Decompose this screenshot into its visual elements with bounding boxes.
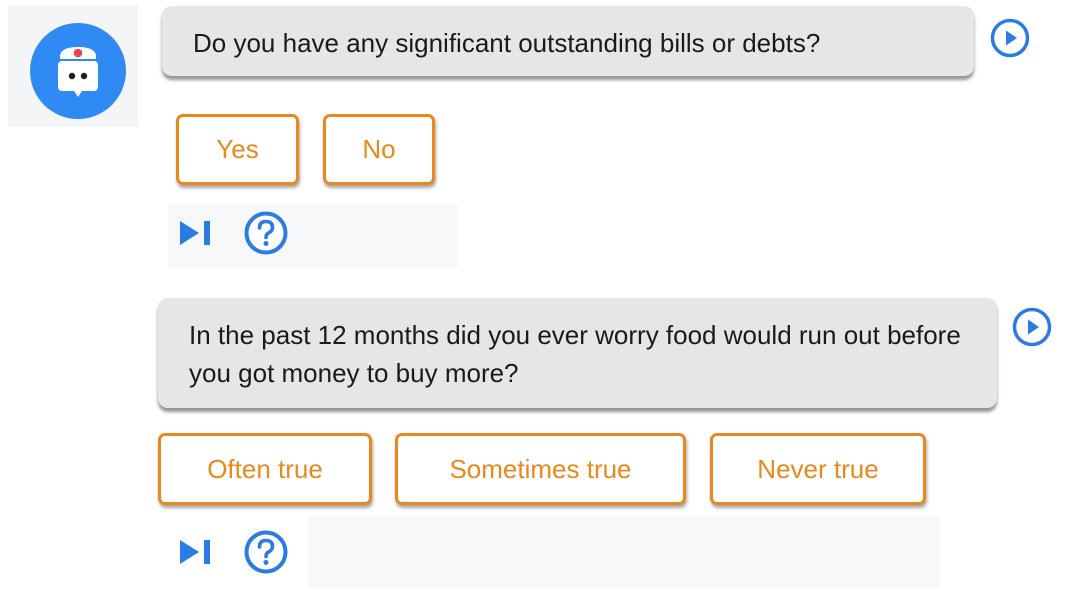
avatar-tile <box>8 5 138 127</box>
skip-icon[interactable] <box>178 218 218 253</box>
answer-button-often-true[interactable]: Often true <box>158 433 372 505</box>
nurse-bot-icon <box>30 23 126 119</box>
play-circle-icon[interactable] <box>990 18 1030 58</box>
question-text: In the past 12 months did you ever worry… <box>189 320 961 388</box>
play-circle-icon[interactable] <box>1012 307 1052 347</box>
help-circle-icon[interactable] <box>243 210 289 261</box>
chat-canvas: Do you have any significant outstanding … <box>0 0 1081 597</box>
answer-button-never-true[interactable]: Never true <box>710 433 926 505</box>
skip-icon[interactable] <box>178 537 218 572</box>
help-circle-icon[interactable] <box>243 529 289 580</box>
question-bubble: Do you have any significant outstanding … <box>162 6 974 76</box>
faint-strip <box>308 515 940 587</box>
answer-button-no[interactable]: No <box>323 114 435 185</box>
question-bubble: In the past 12 months did you ever worry… <box>158 298 997 408</box>
answer-button-sometimes-true[interactable]: Sometimes true <box>395 433 686 505</box>
question-text: Do you have any significant outstanding … <box>193 28 821 58</box>
answer-button-yes[interactable]: Yes <box>176 114 299 185</box>
